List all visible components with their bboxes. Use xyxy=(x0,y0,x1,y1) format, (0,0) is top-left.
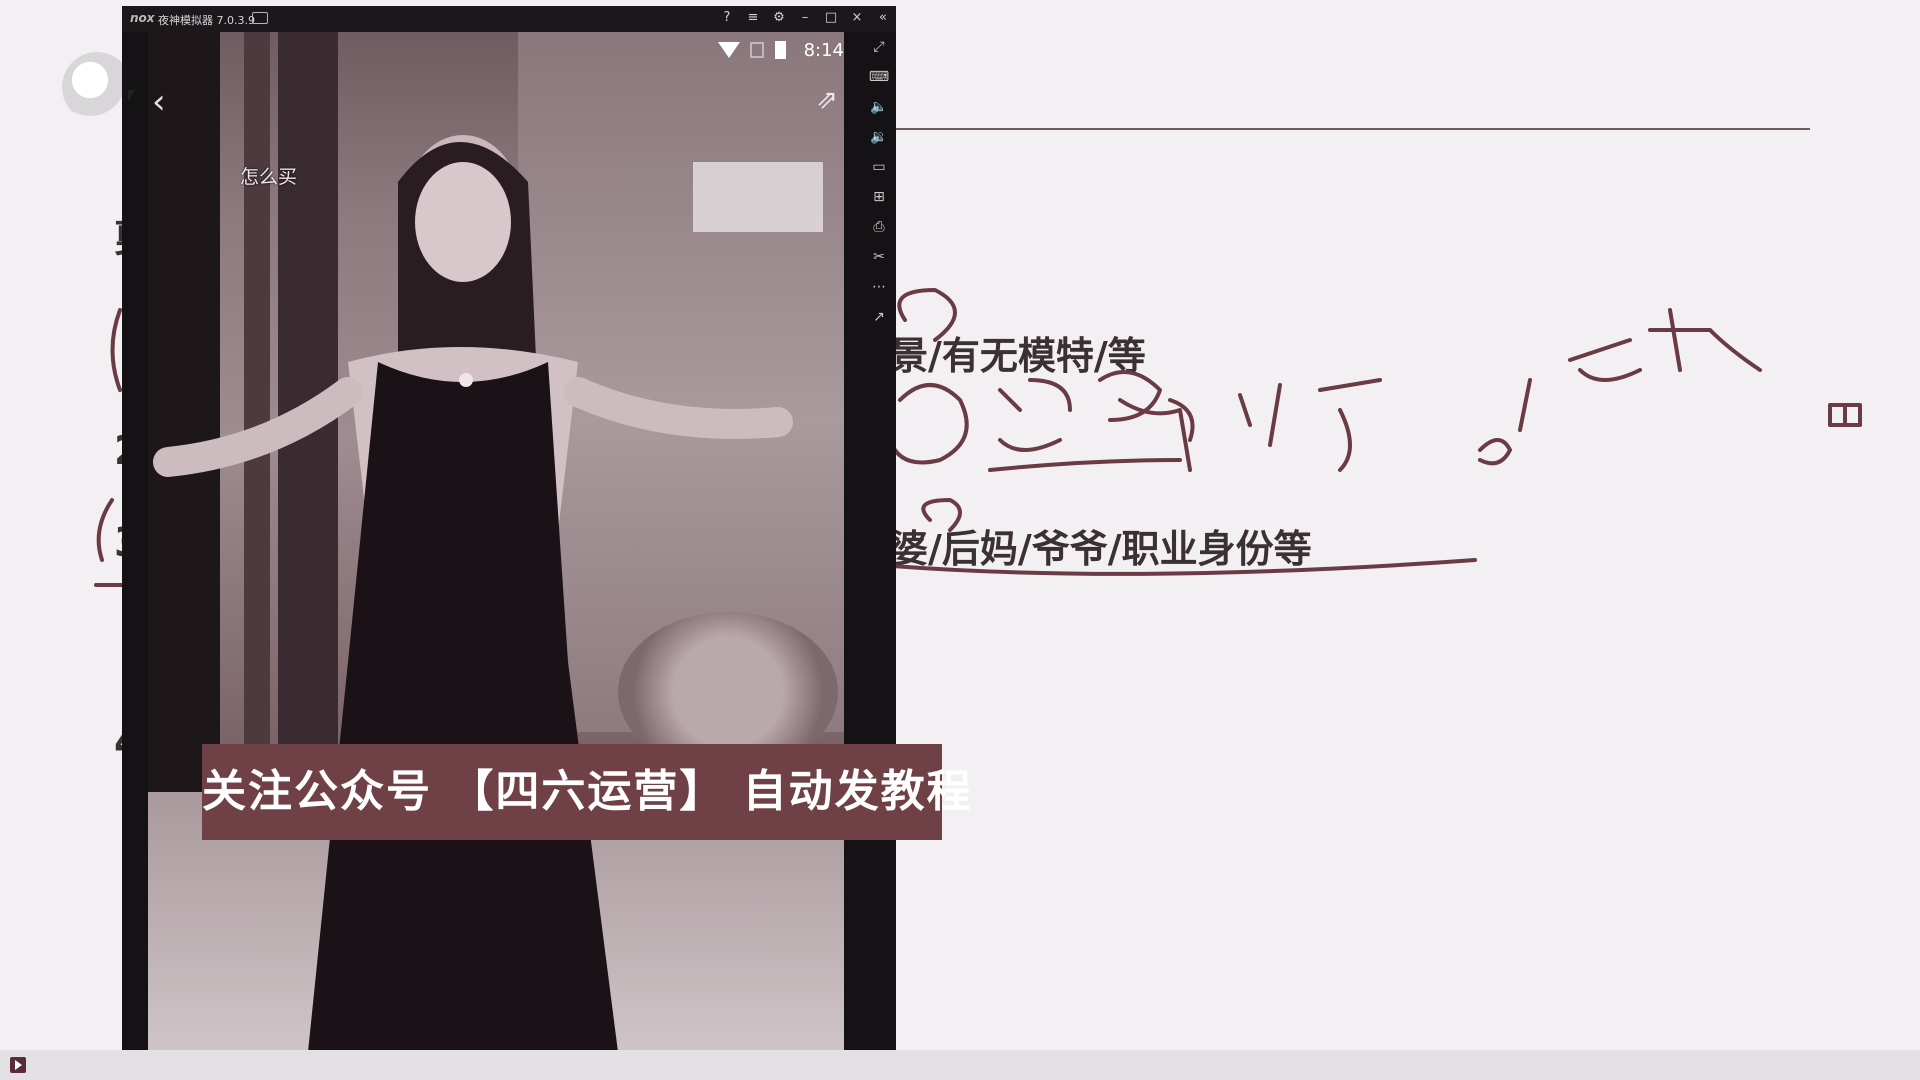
print-icon[interactable]: ⎙ xyxy=(862,212,896,242)
video-player-icon[interactable] xyxy=(10,1057,26,1073)
screen-icon[interactable]: ▭ xyxy=(862,152,896,182)
more-icon[interactable]: ⋯ xyxy=(862,272,896,302)
open-external-icon[interactable]: ↗ xyxy=(862,302,896,332)
how-to-buy-label[interactable]: 怎么买 xyxy=(240,162,297,189)
ink-bracket xyxy=(96,498,114,562)
volume-up-icon[interactable]: 🔈 xyxy=(862,92,896,122)
ink-stroke xyxy=(1478,378,1532,466)
ink-stroke xyxy=(998,378,1072,452)
android-status-bar: 8:14 xyxy=(148,32,844,68)
ink-circle xyxy=(921,498,962,532)
ink-stroke xyxy=(888,383,969,465)
ink-underline xyxy=(988,458,1182,472)
mouse-cursor xyxy=(128,90,135,102)
ink-stroke xyxy=(1318,378,1382,472)
share-button[interactable]: ⇗ xyxy=(810,82,844,118)
ink-stroke xyxy=(1568,338,1642,382)
emulator-titlebar[interactable]: nox 夜神模拟器 7.0.3.9 ? ≡ ⚙ – □ × « xyxy=(122,6,896,32)
battery-icon xyxy=(775,41,786,59)
promo-caption: 关注公众号 【四六运营】 自动发教程 xyxy=(202,744,971,840)
collapse-toolbar-button[interactable]: « xyxy=(876,10,890,26)
status-time: 8:14 xyxy=(803,40,844,61)
wifi-icon xyxy=(718,42,740,58)
phone-screen[interactable]: 8:14 ‹ ⇗ 怎么买 xyxy=(148,32,844,1050)
ink-stroke xyxy=(1098,370,1195,442)
back-button[interactable]: ‹ xyxy=(152,82,180,122)
ink-underline xyxy=(878,558,1477,576)
gamepad-icon[interactable] xyxy=(252,12,268,24)
emulator-brand: nox xyxy=(130,11,155,25)
emulator-window: nox 夜神模拟器 7.0.3.9 ? ≡ ⚙ – □ × « ⤢ ⌨ 🔈 🔉 … xyxy=(122,6,896,1050)
scissors-icon[interactable]: ✂ xyxy=(862,242,896,272)
window-controls: ? ≡ ⚙ – □ × « xyxy=(720,10,890,26)
settings-icon[interactable]: ⚙ xyxy=(772,10,786,26)
ink-bracket xyxy=(110,308,122,392)
ink-stroke xyxy=(1828,403,1862,427)
ink-stroke xyxy=(1648,308,1762,372)
ink-stroke xyxy=(1238,383,1282,447)
apk-icon[interactable]: ⊞ xyxy=(862,182,896,212)
menu-icon[interactable]: ≡ xyxy=(746,10,760,26)
ink-circle xyxy=(897,288,957,342)
volume-down-icon[interactable]: 🔉 xyxy=(862,122,896,152)
close-button[interactable]: × xyxy=(850,10,864,26)
emulator-side-toolbar: ⤢ ⌨ 🔈 🔉 ▭ ⊞ ⎙ ✂ ⋯ ↗ xyxy=(862,32,896,332)
no-sim-icon xyxy=(750,42,764,58)
maximize-button[interactable]: □ xyxy=(824,10,838,26)
fullscreen-icon[interactable]: ⤢ xyxy=(862,32,896,62)
help-icon[interactable]: ? xyxy=(720,10,734,26)
taskbar xyxy=(0,1050,1920,1080)
minimize-button[interactable]: – xyxy=(798,10,812,26)
keyboard-icon[interactable]: ⌨ xyxy=(862,62,896,92)
emulator-title: 夜神模拟器 7.0.3.9 xyxy=(158,14,255,27)
